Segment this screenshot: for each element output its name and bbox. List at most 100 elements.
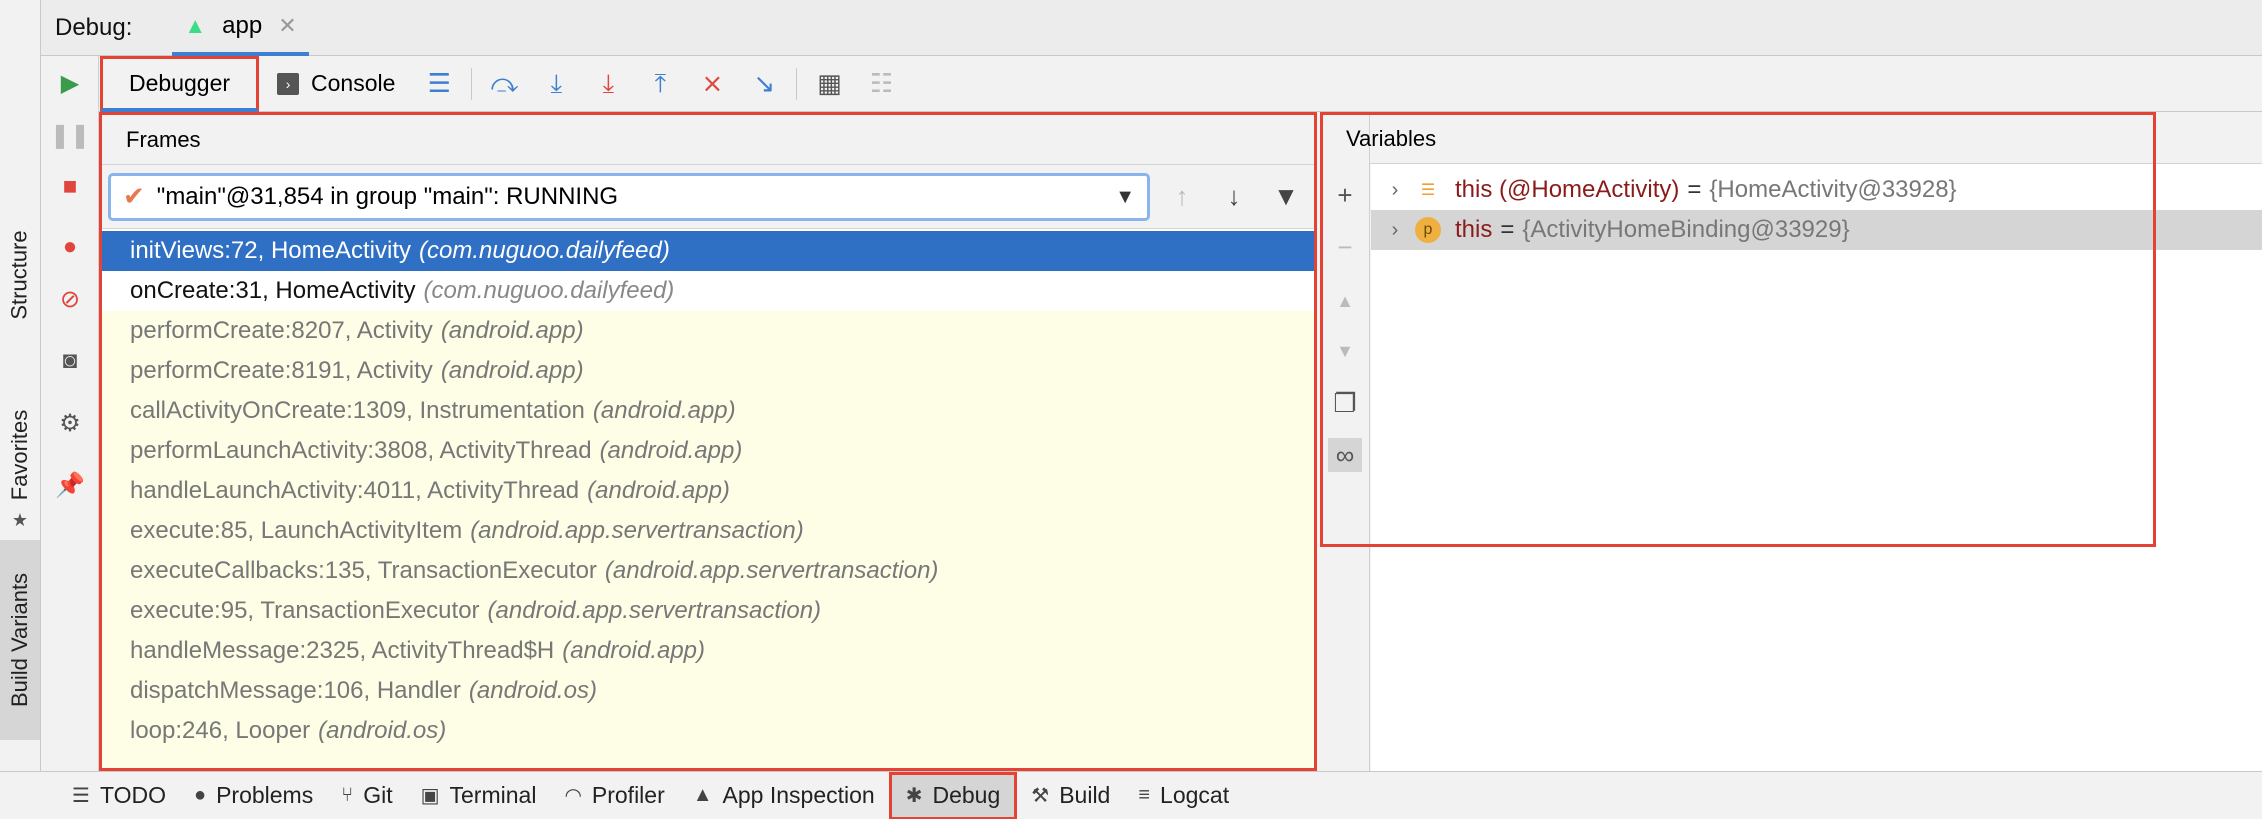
tab-console[interactable]: › Console	[259, 56, 413, 112]
label: App Inspection	[722, 782, 875, 808]
toolbar-divider	[796, 67, 798, 100]
favorites-tool-tab[interactable]: Favorites	[0, 380, 40, 530]
thread-selector-row: ✔ "main"@31,854 in group "main": RUNNING…	[102, 165, 1314, 229]
frames-list: initViews:72, HomeActivity (com.nuguoo.da…	[102, 231, 1314, 768]
label: Build	[1059, 782, 1111, 808]
label: Profiler	[591, 782, 665, 808]
frame-package: (android.app)	[440, 317, 584, 344]
frame-package: (android.app)	[592, 397, 736, 424]
evaluate-expression-icon[interactable]: ▦	[803, 56, 855, 112]
frame-package: (android.os)	[318, 717, 447, 744]
frame-package: (com.nuguoo.dailyfeed)	[419, 237, 670, 264]
frame-package: (android.app)	[599, 437, 743, 464]
todo-tab[interactable]: ☰ TODO	[58, 772, 180, 819]
app-tab-label: app	[222, 11, 263, 39]
label: Problems	[216, 782, 314, 808]
build-variants-tool-tab[interactable]: Build Variants	[0, 540, 40, 740]
step-into-icon[interactable]: ⤓	[530, 56, 582, 112]
drop-frame-icon[interactable]: ⨯	[686, 56, 738, 112]
debug-tab[interactable]: ✱ Debug	[888, 771, 1018, 819]
pin-icon[interactable]: 📌	[55, 470, 85, 500]
frame-row[interactable]: initViews:72, HomeActivity (com.nuguoo.da…	[102, 231, 1314, 271]
terminal-tab[interactable]: ▣ Terminal	[407, 772, 551, 819]
frames-title: Frames	[126, 126, 201, 152]
frame-method: performCreate:8191, Activity	[130, 357, 433, 384]
debug-side-toolbar: ▶ ❚❚ ■ ● ⊘ ◙ ⚙ 📌	[41, 56, 99, 771]
problems-tab[interactable]: ● Problems	[180, 772, 327, 819]
frame-method: dispatchMessage:106, Handler	[130, 677, 461, 704]
frame-row[interactable]: performLaunchActivity:3808, ActivityThre…	[102, 431, 1314, 471]
force-step-into-icon[interactable]: ⤓	[582, 56, 634, 112]
arrow-down-icon[interactable]: ↓	[1208, 173, 1260, 221]
frame-row[interactable]: executeCallbacks:135, TransactionExecuto…	[102, 551, 1314, 591]
check-icon: ✔	[123, 181, 145, 211]
frame-row[interactable]: loop:246, Looper (android.os)	[102, 711, 1314, 751]
label: TODO	[99, 782, 166, 808]
structure-label: Structure	[7, 230, 33, 320]
variables-highlight-box	[1320, 112, 2156, 547]
frame-package: (com.nuguoo.dailyfeed)	[423, 277, 675, 304]
frame-package: (android.app)	[562, 637, 706, 664]
hammer-icon: ⚒	[1031, 785, 1050, 807]
label: Debug	[932, 782, 1001, 808]
frame-method: execute:95, TransactionExecutor	[130, 597, 480, 624]
debug-title: Debug:	[55, 13, 133, 41]
frame-package: (android.app)	[440, 357, 584, 384]
chevron-down-icon: ▼	[1115, 185, 1135, 208]
tab-debugger[interactable]: Debugger	[100, 55, 260, 112]
frames-panel: Frames ✔ "main"@31,854 in group "main": …	[99, 112, 1317, 771]
favorites-label: Favorites	[7, 409, 33, 501]
frame-package: (android.os)	[468, 677, 597, 704]
frame-row[interactable]: dispatchMessage:106, Handler (android.os)	[102, 671, 1314, 711]
frame-method: initViews:72, HomeActivity	[130, 237, 411, 264]
frame-method: execute:85, LaunchActivityItem	[130, 517, 463, 544]
frame-row[interactable]: callActivityOnCreate:1309, Instrumentati…	[102, 391, 1314, 431]
run-to-cursor-icon[interactable]: ↘	[738, 56, 790, 112]
debugger-tab-label: Debugger	[129, 69, 231, 96]
problems-icon: ●	[193, 784, 207, 806]
profiler-tab[interactable]: ◠ Profiler	[550, 772, 678, 819]
frame-row[interactable]: execute:95, TransactionExecutor (android.…	[102, 591, 1314, 631]
camera-icon[interactable]: ◙	[55, 346, 85, 376]
frame-method: onCreate:31, HomeActivity	[130, 277, 416, 304]
frame-row[interactable]: performCreate:8207, Activity (android.app…	[102, 311, 1314, 351]
bottom-tool-bar: ☰ TODO ● Problems ⑂ Git ▣ Terminal ◠ Profiler…	[0, 771, 2262, 819]
app-inspection-tab[interactable]: ▲ App Inspection	[679, 772, 889, 819]
frame-row[interactable]: onCreate:31, HomeActivity (com.nuguoo.dai…	[102, 271, 1314, 311]
frame-row[interactable]: execute:85, LaunchActivityItem (android.a…	[102, 511, 1314, 551]
menu-icon[interactable]: ☰	[413, 56, 465, 112]
console-icon: ›	[277, 72, 300, 95]
close-icon[interactable]: ✕	[278, 13, 296, 39]
frame-row[interactable]: performCreate:8191, Activity (android.app…	[102, 351, 1314, 391]
filter-icon[interactable]: ▼	[1260, 173, 1312, 221]
pause-icon[interactable]: ❚❚	[50, 120, 90, 150]
frame-method: handleLaunchActivity:4011, ActivityThrea…	[130, 477, 580, 504]
view-breakpoints-icon[interactable]: ●	[55, 232, 85, 262]
frame-method: handleMessage:2325, ActivityThread$H	[130, 637, 555, 664]
structure-tool-tab[interactable]: Structure	[0, 200, 40, 350]
app-session-tab[interactable]: ▲ app ✕	[172, 0, 309, 56]
frame-row[interactable]: handleLaunchActivity:4011, ActivityThrea…	[102, 471, 1314, 511]
frame-row[interactable]: handleMessage:2325, ActivityThread$H (and…	[102, 631, 1314, 671]
terminal-icon: ▣	[420, 785, 440, 807]
list-icon: ☰	[72, 785, 90, 807]
frame-package: (android.app.servertransaction)	[487, 597, 822, 624]
logcat-tab[interactable]: ≡ Logcat	[1124, 772, 1243, 819]
app-inspection-icon: ▲	[692, 784, 713, 806]
mute-breakpoints-icon[interactable]: ⊘	[55, 284, 85, 314]
stop-icon[interactable]: ■	[55, 172, 85, 202]
thread-dropdown[interactable]: ✔ "main"@31,854 in group "main": RUNNING…	[108, 172, 1150, 221]
frame-method: callActivityOnCreate:1309, Instrumentati…	[130, 397, 585, 424]
frames-header: Frames	[102, 115, 1314, 165]
git-tab[interactable]: ⑂ Git	[327, 772, 406, 819]
build-tab[interactable]: ⚒ Build	[1017, 772, 1124, 819]
trace-icon[interactable]: ☷	[855, 56, 907, 112]
debugger-toolbar: Debugger › Console ☰ ⤼ ⤓ ⤓ ⤒ ⨯ ↘ ▦ ☷	[99, 55, 2262, 112]
star-icon: ★	[11, 510, 29, 530]
step-out-icon[interactable]: ⤒	[634, 56, 686, 112]
gear-icon[interactable]: ⚙	[55, 408, 85, 438]
resume-icon[interactable]: ▶	[55, 68, 85, 98]
show-execution-point-icon[interactable]: ⤼	[478, 56, 530, 112]
git-branch-icon: ⑂	[341, 784, 354, 806]
arrow-up-icon[interactable]: ↑	[1156, 173, 1208, 221]
